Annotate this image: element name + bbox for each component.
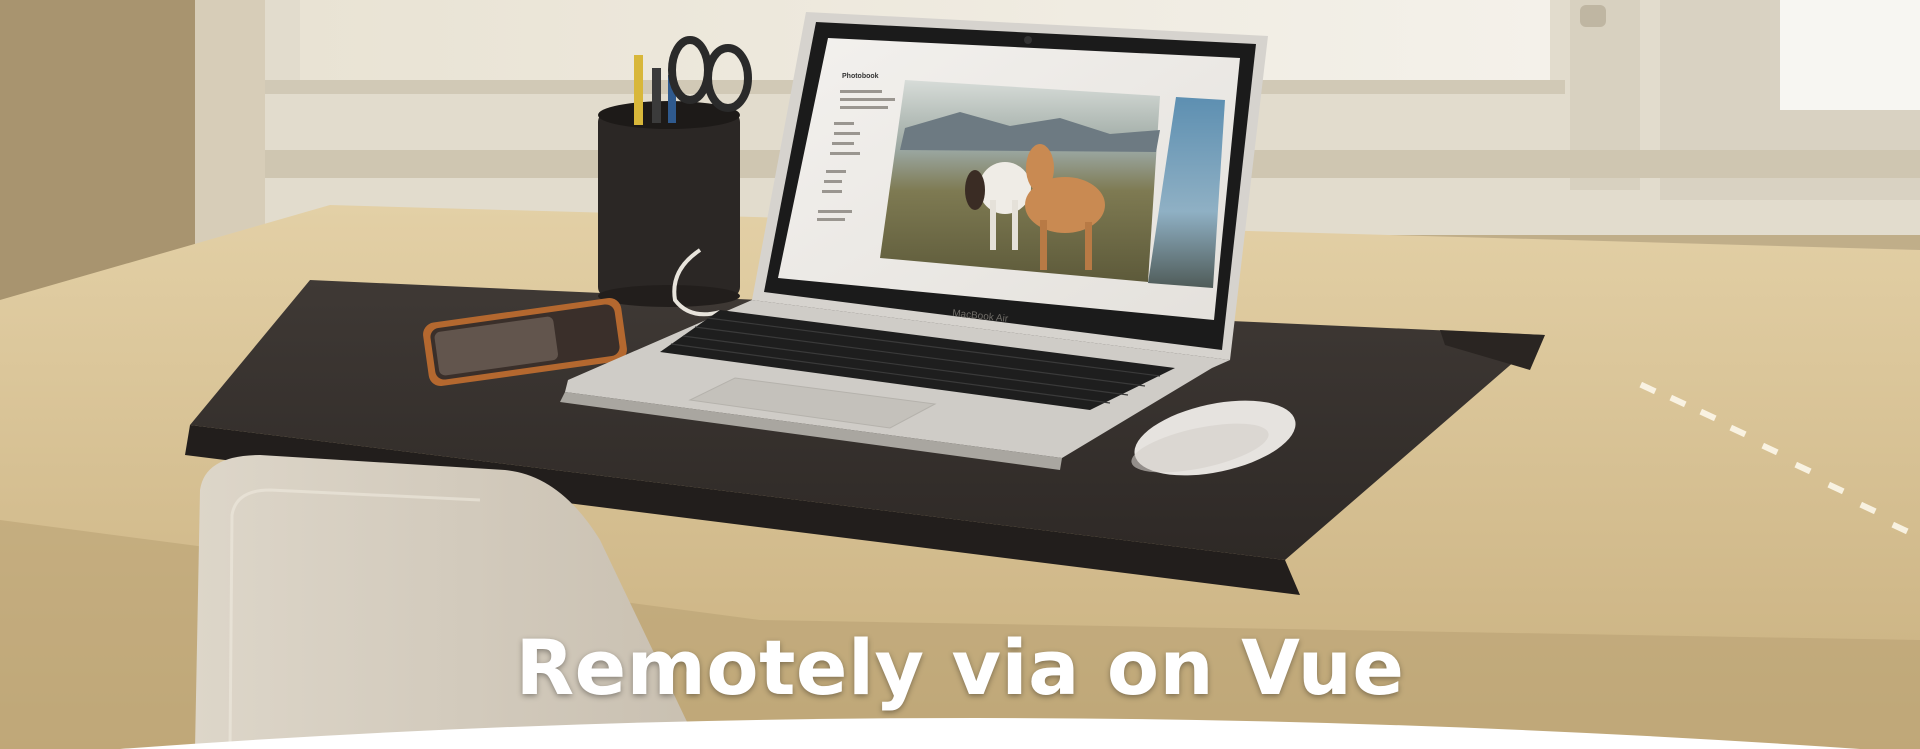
- hero-title: Remotely via on Vue: [515, 623, 1405, 712]
- hero-section: Photobook MacBook Air Remotely via on Vu…: [0, 0, 1920, 749]
- bottom-curve-divider: [120, 718, 1860, 749]
- laptop-app-title: Photobook: [842, 73, 879, 80]
